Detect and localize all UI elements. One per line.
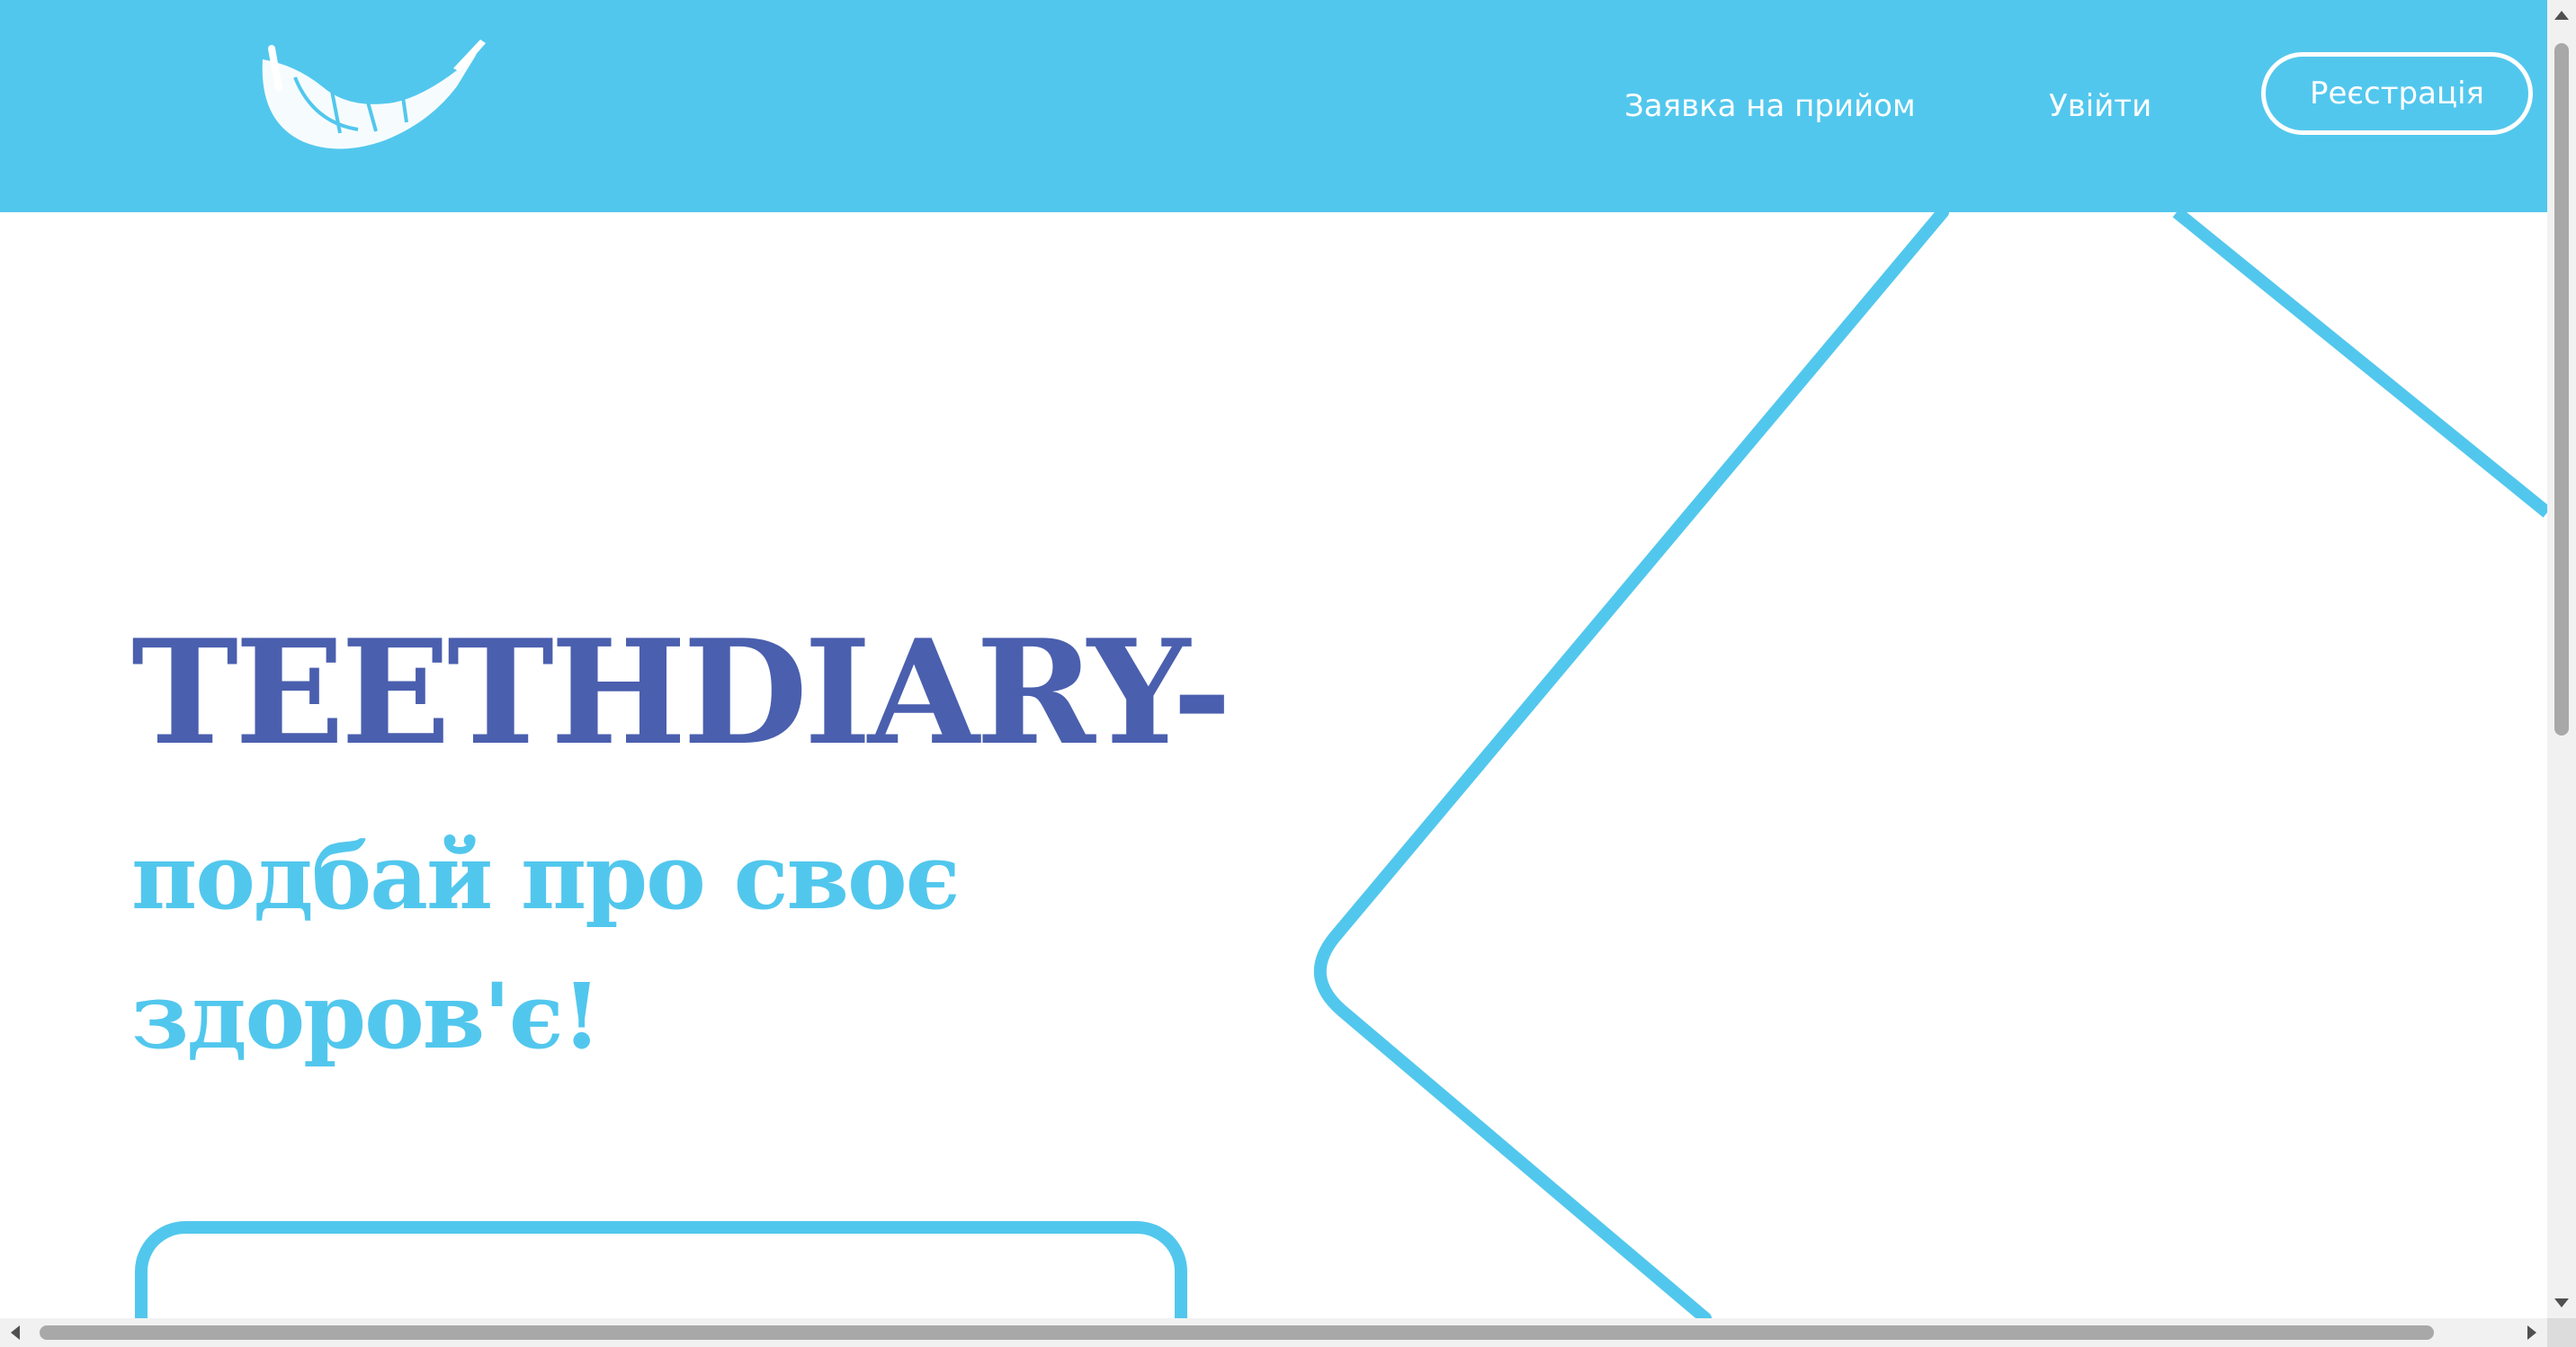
register-button[interactable]: Реєстрація xyxy=(2261,52,2533,135)
scroll-left-icon[interactable] xyxy=(11,1325,20,1340)
nav-link-login[interactable]: Увійти xyxy=(2049,0,2151,212)
decorative-diagonal-line-right xyxy=(2172,207,2547,518)
horizontal-scrollbar[interactable] xyxy=(0,1318,2547,1347)
form-card-frame xyxy=(135,1221,1187,1318)
page-viewport: Заявка на прийом Увійти Реєстрація TEETH… xyxy=(0,0,2547,1318)
scrollbar-corner xyxy=(2547,1318,2576,1347)
scroll-down-icon[interactable] xyxy=(2554,1298,2569,1307)
nav-link-appointment[interactable]: Заявка на прийом xyxy=(1624,0,1916,212)
site-header: Заявка на прийом Увійти Реєстрація xyxy=(0,0,2547,212)
hero-title: TEETHDIARY- xyxy=(131,608,1232,777)
tooth-feather-logo-icon[interactable] xyxy=(241,32,493,158)
decorative-diagonal-shape xyxy=(1313,206,1949,1318)
horizontal-scrollbar-thumb[interactable] xyxy=(40,1325,2434,1340)
vertical-scrollbar[interactable] xyxy=(2547,0,2576,1318)
scroll-up-icon[interactable] xyxy=(2554,11,2569,20)
scroll-right-icon[interactable] xyxy=(2527,1325,2536,1340)
vertical-scrollbar-thumb[interactable] xyxy=(2554,43,2569,736)
hero-subtitle: подбай про своє здоров'є! xyxy=(131,824,961,1069)
